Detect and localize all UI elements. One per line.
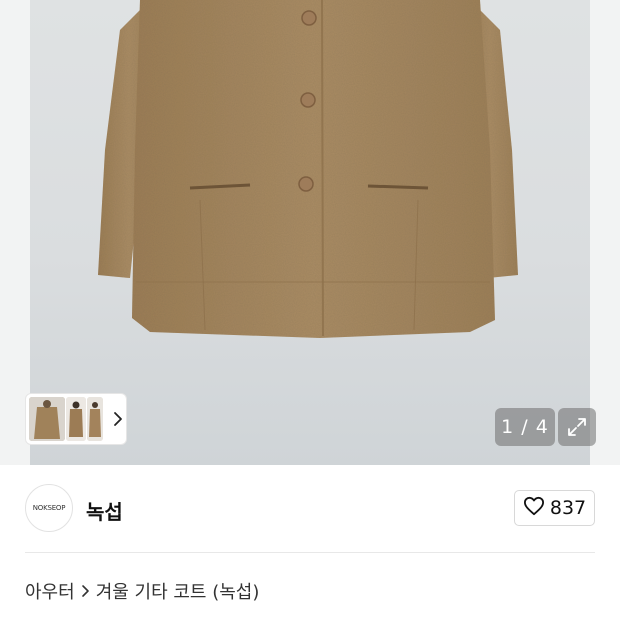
shop-logo-text: NOKSEOP — [32, 504, 66, 512]
shop-name[interactable]: 녹섭 — [86, 496, 123, 525]
thumbnail-strip[interactable] — [25, 393, 127, 445]
like-count: 837 — [549, 497, 587, 519]
like-button[interactable]: 837 — [514, 490, 595, 526]
heart-outline-icon — [523, 496, 545, 520]
breadcrumb-category[interactable]: 아우터 — [25, 578, 75, 604]
shop-logo[interactable]: NOKSEOP — [25, 484, 73, 532]
breadcrumb: 아우터 겨울 기타 코트 (녹섭) — [25, 578, 259, 604]
breadcrumb-subcategory[interactable]: 겨울 기타 코트 (녹섭) — [96, 578, 260, 604]
thumbnail-1[interactable] — [29, 397, 65, 441]
chevron-right-icon — [81, 584, 90, 598]
product-image-gallery[interactable]: 1 / 4 — [0, 0, 620, 465]
chevron-right-icon[interactable] — [111, 409, 125, 429]
thumbnail-2[interactable] — [66, 397, 86, 441]
expand-icon[interactable] — [558, 408, 596, 446]
image-counter: 1 / 4 — [495, 408, 555, 446]
divider — [25, 552, 595, 553]
thumbnail-3[interactable] — [87, 397, 103, 441]
